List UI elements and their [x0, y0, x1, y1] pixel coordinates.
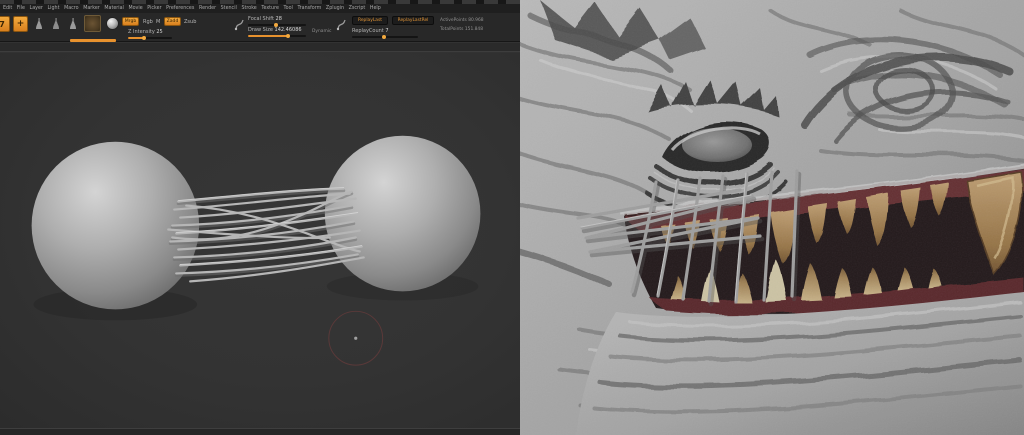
viewport-render [0, 53, 520, 428]
menu-zscript[interactable]: Zscript [349, 4, 366, 13]
menu-macro[interactable]: Macro [64, 4, 79, 13]
replay-count-handle[interactable] [382, 35, 386, 39]
replay-last-rel-button[interactable]: ReplayLastRel [392, 16, 434, 25]
zsub-button[interactable]: Zsub [184, 19, 196, 25]
menu-picker[interactable]: Picker [147, 4, 161, 13]
menu-help[interactable]: Help [370, 4, 381, 13]
sculpt-viewport[interactable] [0, 53, 520, 428]
menu-transform[interactable]: Transform [297, 4, 321, 13]
total-points-counter: TotalPoints 151.848 [440, 27, 483, 32]
brush-cursor [329, 311, 383, 365]
z-intensity-slider[interactable]: Z Intensity 25 [128, 29, 163, 35]
focal-shift-value: 28 [276, 16, 282, 22]
focal-shift-slider[interactable]: Focal Shift 28 [248, 16, 282, 22]
brush-icon[interactable] [50, 17, 62, 31]
menu-layer[interactable]: Layer [30, 4, 43, 13]
draw-size-value: 142.46086 [275, 27, 302, 33]
quick-slot-7-button[interactable]: 7 [0, 16, 10, 32]
shelf-canvas-divider [0, 43, 520, 52]
rgb-button[interactable]: Rgb [143, 19, 153, 25]
replay-count-label: ReplayCount [352, 28, 384, 34]
dynamic-toggle[interactable]: Dynamic [312, 29, 331, 34]
zbrush-window: Edit File Layer Light Macro Marker Mater… [0, 0, 520, 435]
pen-icon [234, 18, 245, 31]
replay-count-value: 7 [385, 28, 388, 34]
menu-zplugin[interactable]: Zplugin [326, 4, 344, 13]
m-button[interactable]: M [156, 19, 160, 25]
canvas-bottom-edge [0, 428, 520, 435]
focal-shift-label: Focal Shift [248, 16, 274, 22]
brush-icon[interactable] [67, 17, 79, 31]
menu-edit[interactable]: Edit [3, 4, 12, 13]
rgb-intensity-slider[interactable] [70, 39, 116, 42]
z-intensity-label: Z Intensity [128, 29, 155, 35]
menu-preferences[interactable]: Preferences [166, 4, 194, 13]
menu-texture[interactable]: Texture [261, 4, 279, 13]
menu-render[interactable]: Render [199, 4, 216, 13]
replay-last-button[interactable]: ReplayLast [352, 16, 388, 25]
menu-marker[interactable]: Marker [83, 4, 100, 13]
active-points-counter: ActivePoints 80.968 [440, 18, 484, 23]
top-shelf: 7 + Mrgb Rgb M Zadd Zsub [0, 13, 520, 42]
alpha-thumbnail[interactable] [84, 15, 101, 32]
mrgb-button[interactable]: Mrgb [122, 17, 139, 26]
menu-stroke[interactable]: Stroke [241, 4, 256, 13]
brush-icon[interactable] [33, 17, 45, 31]
pen-icon [336, 18, 347, 31]
menu-material[interactable]: Material [104, 4, 124, 13]
zadd-button[interactable]: Zadd [164, 17, 181, 26]
screenshot-root: Edit File Layer Light Macro Marker Mater… [0, 0, 1024, 435]
vignette [520, 0, 1024, 435]
menu-stencil[interactable]: Stencil [221, 4, 237, 13]
z-intensity-value: 25 [156, 29, 162, 35]
menu-tool[interactable]: Tool [284, 4, 293, 13]
draw-size-slider[interactable]: Draw Size 142.46086 [248, 27, 302, 33]
draw-size-handle[interactable] [286, 34, 290, 38]
menu-movie[interactable]: Movie [128, 4, 142, 13]
menu-light[interactable]: Light [47, 4, 59, 13]
sculpt-render-closeup [520, 0, 1024, 435]
menu-bar: Edit File Layer Light Macro Marker Mater… [0, 4, 520, 13]
z-intensity-handle[interactable] [142, 36, 146, 40]
menu-file[interactable]: File [17, 4, 25, 13]
replay-count-slider[interactable]: ReplayCount 7 [352, 28, 389, 34]
material-sphere-icon[interactable] [106, 17, 119, 30]
draw-size-label: Draw Size [248, 27, 273, 33]
add-button[interactable]: + [13, 16, 28, 32]
